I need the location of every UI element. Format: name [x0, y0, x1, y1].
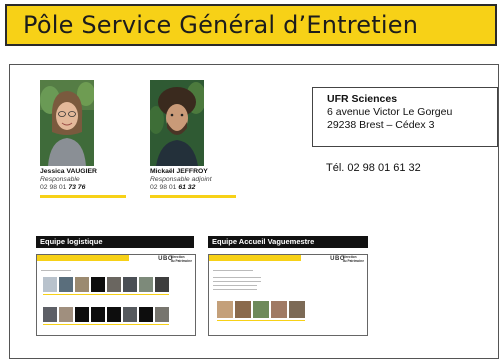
staff-photo-placeholder — [107, 307, 121, 322]
address-title: UFR Sciences — [327, 93, 398, 105]
person-phone: 02 98 01 61 32 — [150, 184, 196, 191]
address-street: 6 avenue Victor Le Gorgeu — [327, 106, 453, 118]
staff-photo — [155, 307, 169, 322]
slide-header: UBO Direction du Patrimoine — [209, 255, 367, 265]
staff-photo-placeholder — [91, 307, 105, 322]
person-name: Mickaël JEFFROY — [150, 168, 208, 175]
staff-photo — [217, 301, 233, 318]
staff-photo — [123, 277, 137, 292]
accent-underline — [40, 195, 126, 198]
slide-text-line — [41, 270, 71, 271]
slide-accent-bar — [43, 324, 169, 325]
staff-photo — [59, 277, 73, 292]
person-role: Responsable adjoint — [150, 176, 212, 183]
team-heading-logistique: Equipe logistique — [36, 236, 194, 248]
person-phone: 02 98 01 73 76 — [40, 184, 86, 191]
staff-photo — [123, 307, 137, 322]
staff-photo — [43, 277, 57, 292]
team-heading-accueil: Equipe Accueil Vaguemestre — [208, 236, 368, 248]
staff-photo — [59, 307, 73, 322]
person-name: Jessica VAUGIER — [40, 168, 97, 175]
person-role: Responsable — [40, 176, 80, 183]
page-title: Pôle Service Général d’Entretien — [23, 11, 419, 39]
staff-photo — [107, 277, 121, 292]
staff-photo — [75, 277, 89, 292]
team-slide-logistique[interactable]: UBO Direction du Patrimoine — [36, 254, 196, 336]
staff-photo-placeholder — [139, 307, 153, 322]
slide-accent-bar — [43, 294, 169, 295]
accent-underline — [150, 195, 236, 198]
slide-text-line — [213, 289, 257, 290]
staff-photo — [253, 301, 269, 318]
slide-accent-stripe — [37, 255, 129, 261]
address-box: UFR Sciences 6 avenue Victor Le Gorgeu 2… — [312, 87, 498, 147]
avatar — [150, 80, 204, 166]
logo-caption: Direction du Patrimoine — [342, 255, 364, 263]
staff-photo-placeholder — [75, 307, 89, 322]
slide-text-line — [213, 281, 261, 282]
staff-photo — [43, 307, 57, 322]
slide-accent-bar — [217, 320, 305, 321]
slide-accent-stripe — [209, 255, 301, 261]
telephone: Tél. 02 98 01 61 32 — [326, 162, 421, 174]
address-city: 29238 Brest – Cédex 3 — [327, 119, 435, 131]
staff-photo — [235, 301, 251, 318]
slide-text-line — [213, 285, 257, 286]
staff-photo-placeholder — [91, 277, 105, 292]
slide-header: UBO Direction du Patrimoine — [37, 255, 195, 265]
logo-caption: Direction du Patrimoine — [170, 255, 192, 263]
slide-text-line — [213, 270, 253, 271]
team-slide-accueil[interactable]: UBO Direction du Patrimoine — [208, 254, 368, 336]
avatar — [40, 80, 94, 166]
staff-photo — [271, 301, 287, 318]
page-title-banner: Pôle Service Général d’Entretien — [5, 4, 497, 46]
slide-text-line — [213, 277, 261, 278]
staff-photo — [155, 277, 169, 292]
staff-photo — [289, 301, 305, 318]
staff-photo — [139, 277, 153, 292]
